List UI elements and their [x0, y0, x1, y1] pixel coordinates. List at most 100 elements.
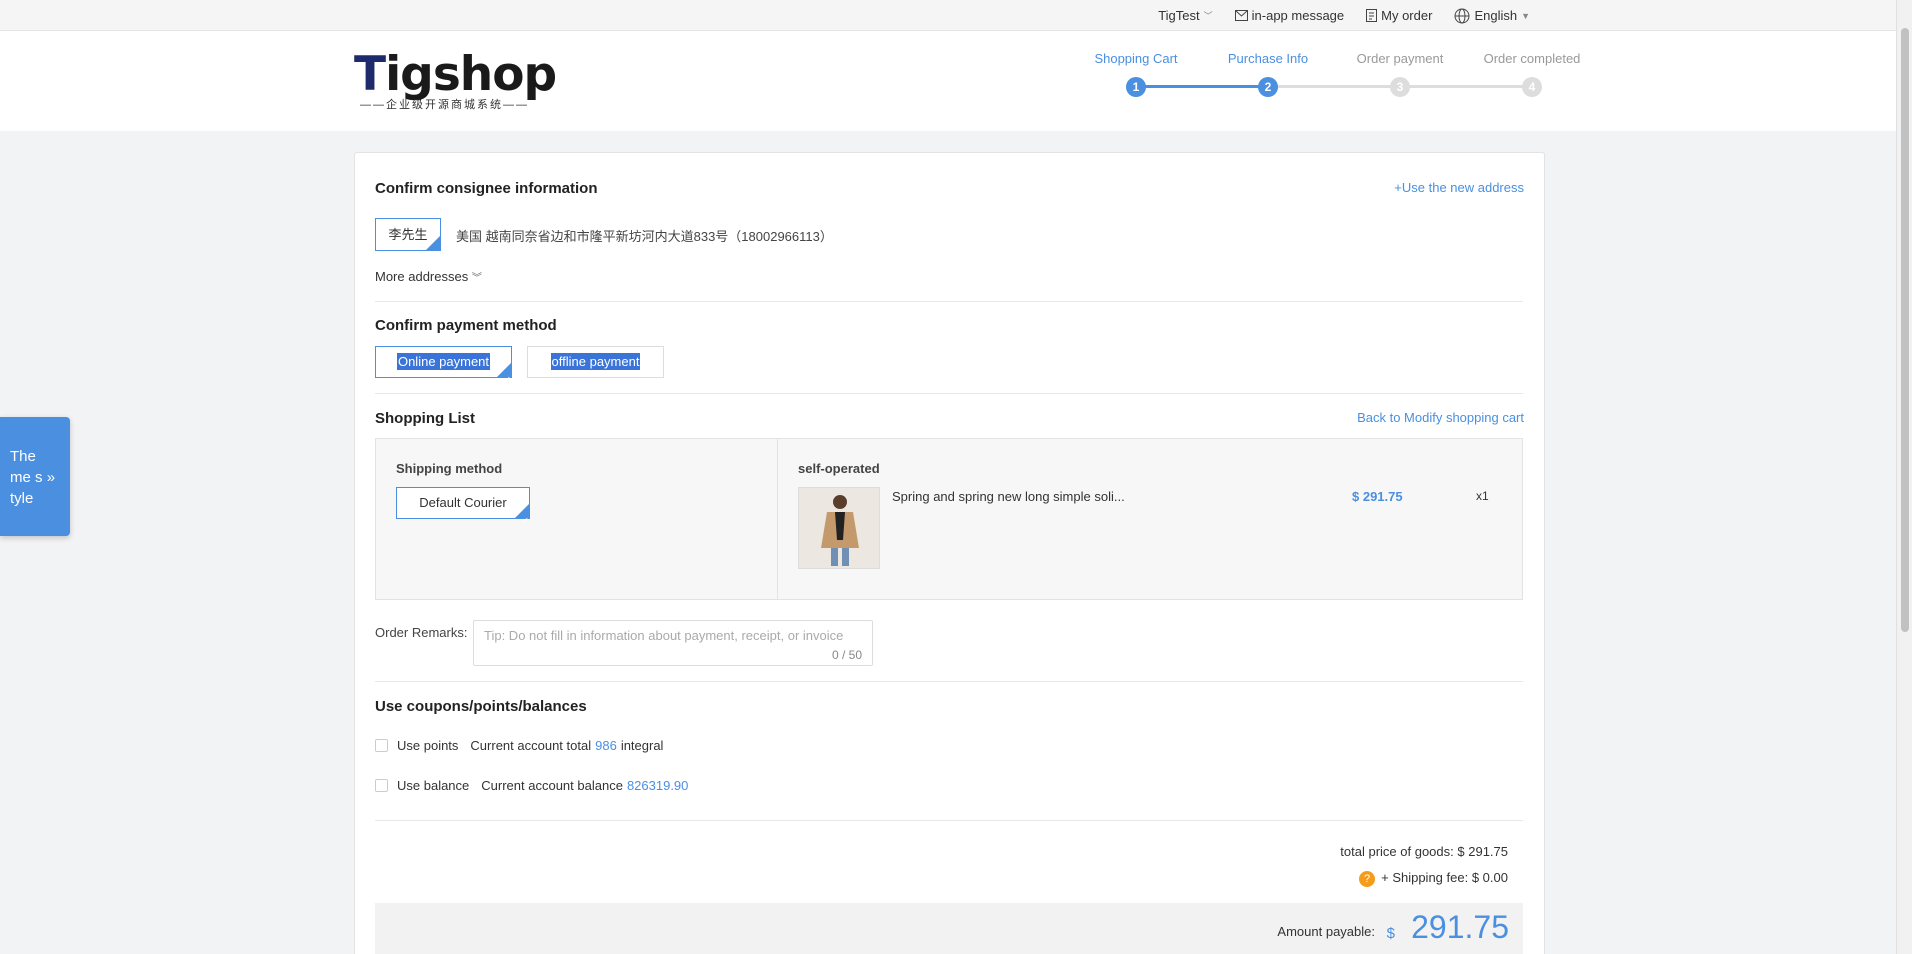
consignee-title: Confirm consignee information	[375, 180, 598, 197]
chevron-down-icon: ﹀	[1203, 11, 1213, 21]
top-bar: TigTest ﹀ in-app message My order Englis…	[0, 0, 1896, 31]
goods-total-row: total price of goods: $ 291.75	[1340, 844, 1508, 859]
question-icon[interactable]: ?	[1359, 870, 1376, 887]
theme-tab-line2-row: me s »	[10, 467, 70, 488]
divider	[375, 393, 1523, 394]
step-label-purchase: Purchase Info	[1227, 51, 1309, 66]
logo[interactable]: Tigshop ——企业级开源商城系统——	[354, 49, 557, 112]
remarks-char-count: 0 / 50	[831, 648, 862, 662]
consignee-address: 美国 越南同奈省边和市隆平新坊河内大道833号（18002966113）	[456, 229, 833, 244]
theme-style-tab[interactable]: The me s » tyle	[0, 417, 70, 536]
points-suffix: integral	[620, 738, 664, 753]
use-points-checkbox[interactable]	[375, 739, 388, 752]
consignee-name-option[interactable]: 李先生	[375, 218, 441, 269]
page-scrollbar[interactable]	[1896, 0, 1912, 954]
shop-name: self-operated	[798, 461, 880, 476]
more-addresses-label: More addresses	[375, 269, 469, 284]
logo-t: T	[354, 47, 386, 102]
points-prefix: Current account total	[470, 738, 592, 753]
coupons-title: Use coupons/points/balances	[375, 698, 587, 715]
use-points-label[interactable]: Use points	[397, 738, 458, 753]
use-points-row: Use points Current account total 986 int…	[375, 738, 663, 753]
header: Tigshop ——企业级开源商城系统—— Shopping Cart 1 Pu…	[0, 31, 1896, 131]
payment-title: Confirm payment method	[375, 317, 557, 334]
language-label: English	[1474, 8, 1518, 23]
product-panel: self-operated Spring and spring new long…	[778, 439, 1522, 599]
default-courier-option[interactable]: Default Courier	[396, 487, 530, 536]
theme-tab-line3: tyle	[10, 490, 34, 507]
user-menu[interactable]: TigTest ﹀	[1158, 8, 1212, 23]
shipping-panel: Shipping method Default Courier	[376, 439, 778, 599]
globe-icon	[1454, 8, 1470, 23]
shipping-fee-label: + Shipping fee:	[1381, 870, 1469, 885]
step-dot-4: 4	[1522, 77, 1542, 97]
double-chevron-right-icon: »	[46, 469, 56, 486]
divider	[375, 820, 1523, 821]
product-quantity: x1	[1476, 489, 1489, 503]
language-select[interactable]: English ▼	[1454, 8, 1530, 24]
step-label-payment: Order payment	[1356, 51, 1444, 66]
product-name[interactable]: Spring and spring new long simple soli..…	[892, 489, 1125, 504]
step-line-1	[1136, 85, 1268, 88]
amount-payable-currency: $	[1386, 925, 1395, 942]
back-to-cart-link[interactable]: Back to Modify shopping cart	[1357, 410, 1524, 425]
shopping-list-title: Shopping List	[375, 410, 475, 427]
goods-total-value: $ 291.75	[1457, 844, 1508, 859]
theme-tab-line2: me s	[10, 469, 43, 486]
selected-check-icon	[515, 504, 529, 536]
logo-tagline: ——企业级开源商城系统——	[360, 99, 529, 111]
message-label: in-app message	[1251, 8, 1345, 23]
caret-down-icon: ▼	[1521, 10, 1530, 21]
step-label-cart: Shopping Cart	[1094, 51, 1178, 66]
checkout-steps: Shopping Cart 1 Purchase Info 2 Order pa…	[1084, 51, 1612, 111]
double-chevron-down-icon: ︾	[471, 273, 482, 284]
top-links: TigTest ﹀ in-app message My order Englis…	[1158, 0, 1530, 31]
amount-payable-label: Amount payable:	[1277, 924, 1375, 939]
scrollbar-thumb[interactable]	[1901, 28, 1909, 632]
checkout-card: Confirm consignee information +Use the n…	[354, 152, 1545, 954]
logo-wordmark: Tigshop	[354, 47, 557, 102]
step-dot-3: 3	[1390, 77, 1410, 97]
selected-check-icon	[497, 363, 511, 395]
goods-total-label: total price of goods:	[1340, 844, 1454, 859]
balance-value: 826319.90	[626, 778, 689, 793]
product-image	[799, 488, 879, 568]
online-payment-option[interactable]: Online payment	[375, 346, 512, 395]
offline-payment-option[interactable]: offline payment	[527, 346, 664, 378]
more-addresses-toggle[interactable]: More addresses ︾	[375, 269, 482, 284]
shipping-method-title: Shipping method	[396, 461, 503, 476]
shipping-fee-row: ? + Shipping fee: $ 0.00	[1359, 870, 1508, 887]
points-value: 986	[595, 738, 617, 753]
product-thumbnail[interactable]	[798, 487, 880, 569]
my-order-link[interactable]: My order	[1366, 8, 1432, 23]
balance-prefix: Current account balance	[481, 778, 623, 793]
use-balance-row: Use balance Current account balance 8263…	[375, 778, 688, 793]
divider	[375, 301, 1523, 302]
order-icon	[1366, 9, 1378, 22]
offline-payment-label: offline payment	[550, 353, 641, 370]
consignee-name: 李先生	[388, 227, 428, 242]
order-remarks-input[interactable]: Tip: Do not fill in information about pa…	[473, 620, 873, 666]
step-label-completed: Order completed	[1483, 51, 1581, 66]
use-balance-checkbox[interactable]	[375, 779, 388, 792]
divider	[375, 681, 1523, 682]
theme-tab-line1: The	[10, 448, 36, 465]
remarks-placeholder: Tip: Do not fill in information about pa…	[484, 628, 844, 643]
new-address-link[interactable]: +Use the new address	[1394, 180, 1524, 195]
my-order-label: My order	[1381, 8, 1433, 23]
online-payment-label: Online payment	[396, 353, 491, 370]
shipping-fee-value: $ 0.00	[1471, 870, 1508, 885]
user-name: TigTest	[1158, 8, 1200, 23]
logo-rest: igshop	[385, 47, 557, 102]
step-dot-1: 1	[1126, 77, 1146, 97]
amount-payable-bar: Amount payable: $ 291.75	[375, 903, 1523, 954]
default-courier-label: Default Courier	[419, 495, 507, 510]
amount-payable-value: 291.75	[1411, 909, 1509, 945]
order-remarks-label: Order Remarks:	[375, 625, 468, 640]
use-balance-label[interactable]: Use balance	[397, 778, 469, 793]
message-link[interactable]: in-app message	[1234, 8, 1345, 23]
mail-icon	[1234, 10, 1248, 21]
step-dot-2: 2	[1258, 77, 1278, 97]
product-price: $ 291.75	[1352, 489, 1403, 504]
shopping-list-box: Shipping method Default Courier self-ope…	[375, 438, 1523, 600]
